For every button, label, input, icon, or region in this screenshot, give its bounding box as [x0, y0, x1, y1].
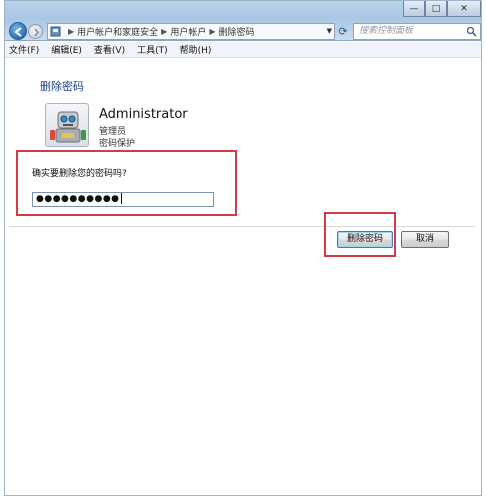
address-dropdown-icon[interactable]: ▼ [327, 27, 332, 35]
control-panel-icon [50, 26, 61, 37]
robot-avatar-icon [50, 111, 86, 143]
forward-button[interactable] [28, 24, 43, 39]
page-title: 删除密码 [40, 80, 84, 93]
divider [9, 226, 475, 227]
window-controls: — □ ✕ [403, 1, 481, 17]
minimize-button[interactable]: — [403, 1, 425, 17]
menu-view[interactable]: 查看(V) [94, 43, 125, 56]
breadcrumb-remove-password[interactable]: 删除密码 [219, 25, 255, 38]
confirm-prompt: 确实要删除您的密码吗? [32, 169, 127, 179]
breadcrumb-separator-icon: ▶ [68, 27, 75, 36]
avatar [45, 103, 89, 147]
title-bar: — □ ✕ ▶ 用户帐户和家庭安全 ▶ 用户帐户 ▶ 删除密码 ▼ ⟳ 搜索控制… [5, 1, 481, 41]
back-button[interactable] [9, 22, 27, 40]
account-status: 密码保护 [99, 139, 136, 149]
arrow-right-icon [34, 28, 39, 37]
remove-password-button[interactable]: 删除密码 [337, 231, 393, 248]
account-name: Administrator [99, 107, 188, 122]
breadcrumb-user-accounts[interactable]: 用户帐户 [170, 25, 206, 38]
main-content: 删除密码 Administrator 管理员 密码保护 确实要删除您的密码吗? … [5, 59, 481, 495]
menu-edit[interactable]: 编辑(E) [51, 43, 82, 56]
address-bar[interactable]: ▶ 用户帐户和家庭安全 ▶ 用户帐户 ▶ 删除密码 ▼ [47, 23, 335, 40]
maximize-button[interactable]: □ [425, 1, 447, 17]
menu-file[interactable]: 文件(F) [9, 43, 39, 56]
breadcrumb-separator-icon: ▶ [209, 27, 216, 36]
password-value: ●●●●●●●●●● [36, 194, 120, 204]
menu-tools[interactable]: 工具(T) [137, 43, 168, 56]
search-placeholder: 搜索控制面板 [359, 26, 414, 36]
search-input[interactable]: 搜索控制面板 [353, 23, 481, 40]
breadcrumb-separator-icon: ▶ [161, 27, 168, 36]
text-caret [120, 193, 122, 204]
control-panel-window: — □ ✕ ▶ 用户帐户和家庭安全 ▶ 用户帐户 ▶ 删除密码 ▼ ⟳ 搜索控制… [4, 0, 482, 496]
arrow-left-icon [14, 27, 22, 37]
refresh-icon[interactable]: ⟳ [335, 24, 351, 39]
menu-bar: 文件(F) 编辑(E) 查看(V) 工具(T) 帮助(H) [5, 42, 481, 58]
password-field[interactable]: ●●●●●●●●●● [32, 192, 214, 207]
breadcrumb-family-safety[interactable]: 用户帐户和家庭安全 [77, 25, 158, 38]
close-button[interactable]: ✕ [447, 1, 481, 17]
search-icon[interactable] [466, 26, 477, 37]
cancel-button[interactable]: 取消 [401, 231, 449, 248]
menu-help[interactable]: 帮助(H) [180, 43, 212, 56]
